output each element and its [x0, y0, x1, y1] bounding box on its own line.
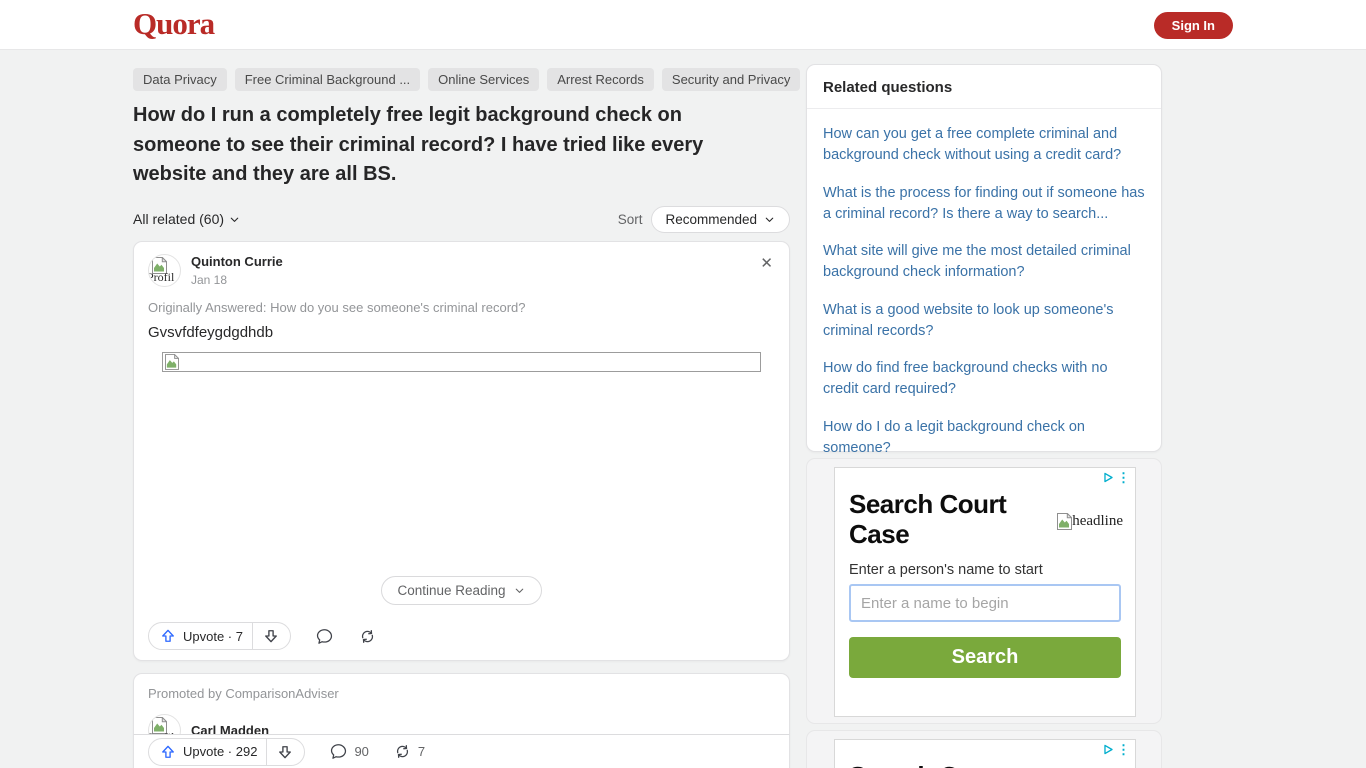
chevron-down-icon	[763, 213, 776, 226]
upvote-button[interactable]: Upvote · 292	[159, 743, 257, 761]
ad-frame: ⋮ Search Court	[834, 739, 1136, 768]
vote-pill: Upvote · 7	[148, 622, 291, 650]
downvote-button[interactable]	[276, 743, 294, 761]
unloaded-image-area	[148, 372, 775, 576]
divider	[266, 738, 267, 765]
broken-image-icon	[1057, 513, 1072, 530]
topic-tags: Data Privacy Free Criminal Background ..…	[133, 68, 847, 91]
ad-card: ⋮ Search Court Case headline Enter a per…	[806, 458, 1162, 724]
repost-icon	[393, 742, 412, 761]
sign-in-button[interactable]: Sign In	[1154, 12, 1233, 39]
all-related-dropdown[interactable]: All related (60)	[133, 211, 241, 227]
ad-headline[interactable]: Search Court	[849, 761, 1034, 768]
answer-card: Profil Quinton Currie Jan 18 ✕ Originall…	[133, 241, 790, 661]
comment-icon	[315, 627, 334, 646]
broken-answer-image	[162, 352, 761, 372]
divider	[252, 623, 253, 650]
sort-dropdown[interactable]: Recommended	[651, 206, 790, 233]
comment-count: 90	[354, 744, 368, 759]
share-count: 7	[418, 744, 425, 759]
avatar-alt-text: Profil	[148, 270, 174, 285]
related-question-link[interactable]: What is a good website to look up someon…	[823, 300, 1145, 342]
answer-text: Gvsvfdfeygdgdhdb	[148, 324, 775, 341]
ad-headline[interactable]: Search Court Case	[849, 489, 1034, 549]
comment-button[interactable]	[315, 627, 334, 646]
repost-button[interactable]	[358, 627, 377, 646]
quora-logo[interactable]: Quora	[133, 6, 214, 42]
promoted-action-bar: Upvote · 292 90 7	[133, 734, 790, 768]
name-search-input[interactable]	[849, 584, 1121, 622]
top-nav: Quora Sign In	[0, 0, 1366, 50]
ad-card: ⋮ Search Court	[806, 730, 1162, 768]
topic-tag[interactable]: Free Criminal Background ...	[235, 68, 420, 91]
ad-prompt: Enter a person's name to start	[849, 562, 1121, 578]
broken-image-icon	[165, 354, 760, 370]
topic-tag[interactable]: Online Services	[428, 68, 539, 91]
comment-icon	[329, 742, 348, 761]
ad-frame: ⋮ Search Court Case headline Enter a per…	[834, 467, 1136, 717]
downvote-icon	[276, 743, 294, 761]
adchoices-icon[interactable]	[1102, 743, 1115, 756]
answers-controls: All related (60) Sort Recommended	[133, 206, 790, 233]
topic-tag[interactable]: Security and Privacy	[662, 68, 801, 91]
downvote-button[interactable]	[262, 627, 280, 645]
chevron-down-icon	[513, 584, 526, 597]
ad-broken-image: headline	[1057, 513, 1123, 530]
ad-menu-icon[interactable]: ⋮	[1117, 471, 1130, 484]
answer-date: Jan 18	[191, 273, 283, 287]
upvote-icon	[159, 743, 177, 761]
upvote-button[interactable]: Upvote · 7	[159, 627, 243, 645]
sort-label: Sort	[618, 212, 643, 227]
repost-button[interactable]: 7	[393, 742, 425, 761]
related-question-link[interactable]: What is the process for finding out if s…	[823, 183, 1145, 225]
related-questions-card: Related questions How can you get a free…	[806, 64, 1162, 452]
ad-menu-icon[interactable]: ⋮	[1117, 743, 1130, 756]
chevron-down-icon	[228, 213, 241, 226]
downvote-icon	[262, 627, 280, 645]
topic-tag[interactable]: Data Privacy	[133, 68, 227, 91]
originally-answered: Originally Answered: How do you see some…	[148, 300, 775, 315]
avatar[interactable]: Profil	[148, 254, 181, 287]
answer-author[interactable]: Quinton Currie	[191, 254, 283, 269]
promoted-by-label: Promoted by ComparisonAdviser	[148, 686, 775, 701]
related-question-link[interactable]: What site will give me the most detailed…	[823, 241, 1145, 283]
related-questions-title: Related questions	[807, 65, 1161, 109]
upvote-icon	[159, 627, 177, 645]
question-title: How do I run a completely free legit bac…	[133, 101, 741, 190]
topic-tag[interactable]: Arrest Records	[547, 68, 654, 91]
adchoices-icon[interactable]	[1102, 471, 1115, 484]
related-question-link[interactable]: How do I do a legit background check on …	[823, 417, 1145, 459]
comment-button[interactable]: 90	[329, 742, 368, 761]
vote-pill: Upvote · 292	[148, 738, 305, 766]
ad-search-button[interactable]: Search	[849, 637, 1121, 678]
related-question-link[interactable]: How do find free background checks with …	[823, 358, 1145, 400]
continue-reading-button[interactable]: Continue Reading	[381, 576, 541, 605]
ad-image-alt-text: headline	[1072, 513, 1123, 530]
close-icon[interactable]: ✕	[760, 256, 773, 271]
related-question-link[interactable]: How can you get a free complete criminal…	[823, 124, 1145, 166]
repost-icon	[358, 627, 377, 646]
